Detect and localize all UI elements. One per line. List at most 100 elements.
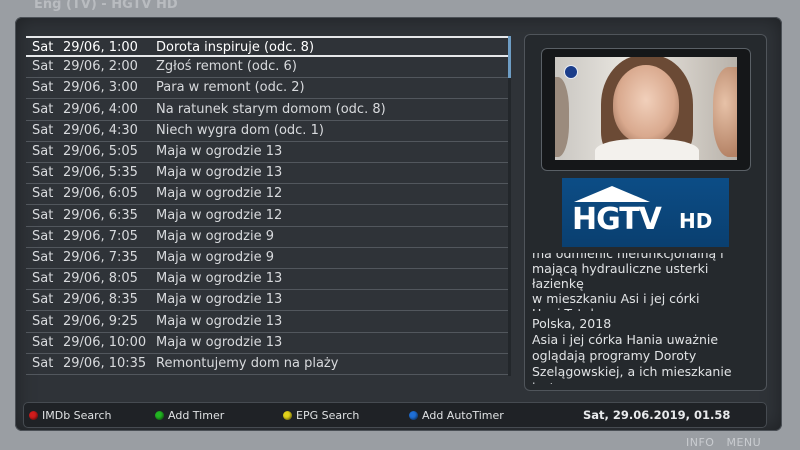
epg-row-title: Maja w ogrodzie 13: [156, 144, 283, 159]
epg-row[interactable]: Sat 29/06, 6:35 Maja w ogrodzie 12: [26, 206, 508, 227]
epg-row-title: Dorota inspiruje (odc. 8): [156, 40, 315, 55]
epg-row[interactable]: Sat 29/06, 5:35 Maja w ogrodzie 13: [26, 163, 508, 185]
epg-row[interactable]: Sat 29/06, 5:05 Maja w ogrodzie 13: [26, 142, 508, 163]
epg-search-button[interactable]: EPG Search: [283, 409, 359, 423]
epg-row-time: 29/06, 7:35: [63, 250, 138, 265]
preview-side-person: [713, 67, 737, 157]
epg-row-day: Sat: [32, 207, 54, 223]
event-extended-description: Polska, 2018 Asia i jej córka Hania uważ…: [532, 316, 758, 384]
epg-row-day: Sat: [32, 228, 54, 244]
key-hints: INFO MENU: [686, 436, 773, 449]
epg-row-day: Sat: [32, 59, 54, 75]
epg-row[interactable]: Sat 29/06, 9:25 Maja w ogrodzie 13: [26, 312, 508, 333]
imdb-search-button[interactable]: IMDb Search: [29, 409, 111, 423]
epg-row-time: 29/06, 6:05: [63, 186, 138, 202]
epg-row[interactable]: Sat 29/06, 10:35 Remontujemy dom na plaży: [26, 354, 508, 375]
event-origin: Polska, 2018: [532, 316, 612, 331]
description-line: w mieszkaniu Asi i jej córki Hani.Tytuł: [532, 291, 700, 311]
epg-row-day: Sat: [32, 122, 54, 138]
event-description: ma odmienić niefunkcjonalną i mającą hydr…: [532, 253, 758, 311]
epg-row-title: Niech wygra dom (odc. 1): [156, 122, 324, 138]
epg-row[interactable]: Sat 29/06, 7:35 Maja w ogrodzie 9: [26, 248, 508, 269]
epg-row-title: Maja w ogrodzie 13: [156, 271, 283, 287]
epg-row-time: 29/06, 6:35: [63, 207, 138, 223]
epg-row-time: 29/06, 8:35: [63, 292, 138, 308]
current-datetime: Sat, 29.06.2019, 01.58: [583, 408, 731, 422]
channel-logo-hd: HD: [679, 209, 713, 233]
info-key-hint[interactable]: INFO: [686, 436, 714, 449]
extended-description-line: Szelągowskiej, a ich mieszkanie jest: [532, 364, 732, 384]
epg-row-time: 29/06, 10:00: [63, 334, 147, 350]
epg-row-title: Maja w ogrodzie 13: [156, 165, 283, 181]
epg-row[interactable]: Sat 29/06, 10:00 Maja w ogrodzie 13: [26, 333, 508, 354]
epg-row-day: Sat: [32, 40, 54, 55]
epg-row[interactable]: Sat 29/06, 2:00 Zgłoś remont (odc. 6): [26, 57, 508, 79]
house-roof-icon: [574, 186, 650, 202]
add-timer-label: Add Timer: [168, 409, 225, 422]
window-title: Eng (TV) - HGTV HD: [34, 0, 178, 12]
channel-preview-image: [555, 57, 737, 160]
epg-row-time: 29/06, 4:00: [63, 101, 138, 117]
red-button-icon: [29, 411, 38, 420]
epg-row-day: Sat: [32, 165, 54, 181]
extended-description-line: oglądają programy Doroty: [532, 348, 697, 363]
epg-row-title: Remontujemy dom na plaży: [156, 356, 339, 371]
preview-shirt: [595, 139, 699, 160]
yellow-button-icon: [283, 411, 292, 420]
epg-row-day: Sat: [32, 186, 54, 202]
blue-button-icon: [409, 411, 418, 420]
epg-row[interactable]: Sat 29/06, 4:00 Na ratunek starym domom (o…: [26, 100, 508, 121]
epg-row-title: Maja w ogrodzie 9: [156, 228, 274, 244]
epg-row[interactable]: Sat 29/06, 8:05 Maja w ogrodzie 13: [26, 269, 508, 291]
imdb-search-label: IMDb Search: [42, 409, 112, 422]
epg-row-day: Sat: [32, 144, 54, 159]
preview-background-person: [555, 77, 569, 157]
epg-row-selected[interactable]: Sat 29/06, 1:00 Dorota inspiruje (odc. 8): [26, 36, 508, 57]
description-line: ma odmienić niefunkcjonalną i: [532, 253, 724, 261]
epg-row-day: Sat: [32, 356, 54, 371]
epg-row-time: 29/06, 3:00: [63, 80, 138, 96]
channel-logo: HGTV HD: [562, 178, 729, 247]
epg-row-title: Maja w ogrodzie 12: [156, 207, 283, 223]
epg-row-day: Sat: [32, 101, 54, 117]
green-button-icon: [155, 411, 164, 420]
epg-row-day: Sat: [32, 271, 54, 287]
epg-row-title: Zgłoś remont (odc. 6): [156, 59, 297, 75]
epg-row[interactable]: Sat 29/06, 3:00 Para w remont (odc. 2): [26, 78, 508, 100]
epg-row-time: 29/06, 1:00: [63, 40, 138, 55]
epg-row[interactable]: Sat 29/06, 6:05 Maja w ogrodzie 12: [26, 184, 508, 206]
epg-row-time: 29/06, 9:25: [63, 313, 138, 329]
epg-row-title: Maja w ogrodzie 13: [156, 292, 283, 308]
epg-row-day: Sat: [32, 313, 54, 329]
epg-row-time: 29/06, 10:35: [63, 356, 147, 371]
channel-logo-word: HGTV: [572, 202, 662, 237]
scrollbar-thumb[interactable]: [508, 36, 511, 78]
epg-list[interactable]: Sat 29/06, 1:00 Dorota inspiruje (odc. 8) S…: [26, 36, 508, 376]
epg-row-day: Sat: [32, 250, 54, 265]
add-autotimer-button[interactable]: Add AutoTimer: [409, 409, 504, 423]
epg-row-day: Sat: [32, 292, 54, 308]
epg-row-time: 29/06, 5:05: [63, 144, 138, 159]
epg-row-time: 29/06, 8:05: [63, 271, 138, 287]
epg-row-time: 29/06, 2:00: [63, 59, 138, 75]
epg-row[interactable]: Sat 29/06, 4:30 Niech wygra dom (odc. 1): [26, 121, 508, 142]
epg-scrollbar[interactable]: [508, 36, 511, 376]
epg-row-day: Sat: [32, 80, 54, 96]
epg-row-title: Para w remont (odc. 2): [156, 80, 305, 96]
epg-row-title: Maja w ogrodzie 9: [156, 250, 274, 265]
epg-row-time: 29/06, 7:05: [63, 228, 138, 244]
epg-search-label: EPG Search: [296, 409, 360, 422]
epg-row-title: Na ratunek starym domom (odc. 8): [156, 101, 386, 117]
add-timer-button[interactable]: Add Timer: [155, 409, 224, 423]
description-line: mającą hydrauliczne usterki łazienkę: [532, 261, 709, 291]
epg-row[interactable]: Sat 29/06, 8:35 Maja w ogrodzie 13: [26, 290, 508, 312]
epg-row-time: 29/06, 5:35: [63, 165, 138, 181]
epg-row-day: Sat: [32, 334, 54, 350]
epg-row[interactable]: Sat 29/06, 7:05 Maja w ogrodzie 9: [26, 227, 508, 248]
menu-key-hint[interactable]: MENU: [726, 436, 761, 449]
channel-bug-icon: [564, 65, 578, 79]
add-autotimer-label: Add AutoTimer: [422, 409, 504, 422]
epg-row-title: Maja w ogrodzie 13: [156, 313, 283, 329]
extended-description-line: Asia i jej córka Hania uważnie: [532, 332, 719, 347]
preview-face: [613, 65, 679, 143]
